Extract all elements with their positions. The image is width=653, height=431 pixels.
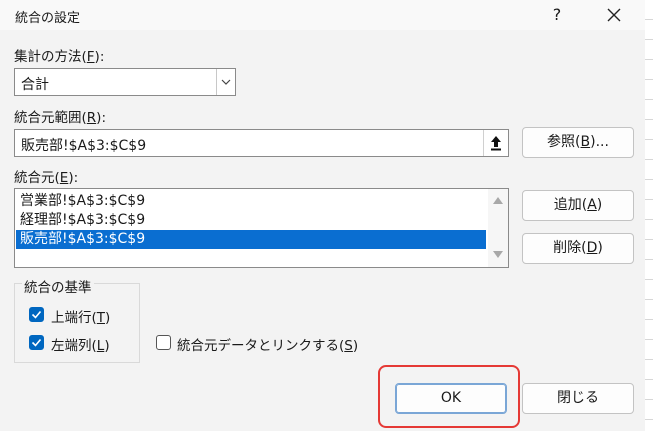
- all-references-list[interactable]: 営業部!$A$3:$C$9 経理部!$A$3:$C$9 販売部!$A$3:$C$…: [14, 188, 509, 268]
- list-item[interactable]: 営業部!$A$3:$C$9: [16, 192, 486, 211]
- close-button[interactable]: [600, 3, 628, 27]
- dialog-title: 統合の設定: [15, 11, 81, 26]
- list-item-selected[interactable]: 販売部!$A$3:$C$9: [16, 230, 486, 249]
- add-button[interactable]: 追加(A): [522, 190, 634, 221]
- left-column-label[interactable]: 左端列(L): [51, 334, 110, 354]
- use-labels-title: 統合の基準: [22, 276, 94, 296]
- reference-input[interactable]: 販売部!$A$3:$C$9: [14, 129, 509, 157]
- reference-value: 販売部!$A$3:$C$9: [21, 138, 147, 154]
- title-bar: 統合の設定 ?: [0, 0, 645, 30]
- function-value: 合計: [21, 77, 49, 93]
- help-button[interactable]: ?: [545, 3, 569, 27]
- top-row-checkbox[interactable]: [29, 307, 44, 322]
- top-row-label[interactable]: 上端行(T): [51, 306, 110, 326]
- browse-button[interactable]: 参照(B)...: [522, 127, 634, 158]
- scroll-up-icon[interactable]: [493, 197, 503, 204]
- reference-label: 統合元範囲(R):: [14, 110, 106, 126]
- spreadsheet-background: [644, 0, 653, 431]
- highlight-annotation: [378, 365, 520, 428]
- checkmark-icon: [31, 338, 42, 347]
- left-column-checkbox[interactable]: [29, 335, 44, 350]
- create-links-label[interactable]: 統合元データとリンクする(S): [177, 334, 358, 354]
- create-links-checkbox[interactable]: [156, 335, 171, 350]
- function-label: 集計の方法(F):: [14, 49, 105, 65]
- chevron-down-icon: [221, 79, 231, 85]
- close-dialog-button[interactable]: 閉じる: [522, 383, 634, 414]
- list-scrollbar[interactable]: [488, 189, 508, 267]
- collapse-dialog-button[interactable]: [483, 130, 508, 156]
- scroll-down-icon[interactable]: [493, 251, 503, 258]
- consolidate-dialog: 統合の設定 ? 集計の方法(F): 合計 統合元範囲(R): 販売部!$A$3:…: [0, 0, 645, 431]
- close-icon: [607, 8, 621, 22]
- function-select[interactable]: 合計: [14, 68, 236, 96]
- checkmark-icon: [31, 310, 42, 319]
- dropdown-arrow[interactable]: [216, 69, 235, 95]
- delete-button[interactable]: 削除(D): [522, 233, 634, 264]
- all-references-label: 統合元(E):: [14, 170, 79, 186]
- range-select-icon: [491, 136, 501, 151]
- list-item[interactable]: 経理部!$A$3:$C$9: [16, 211, 486, 230]
